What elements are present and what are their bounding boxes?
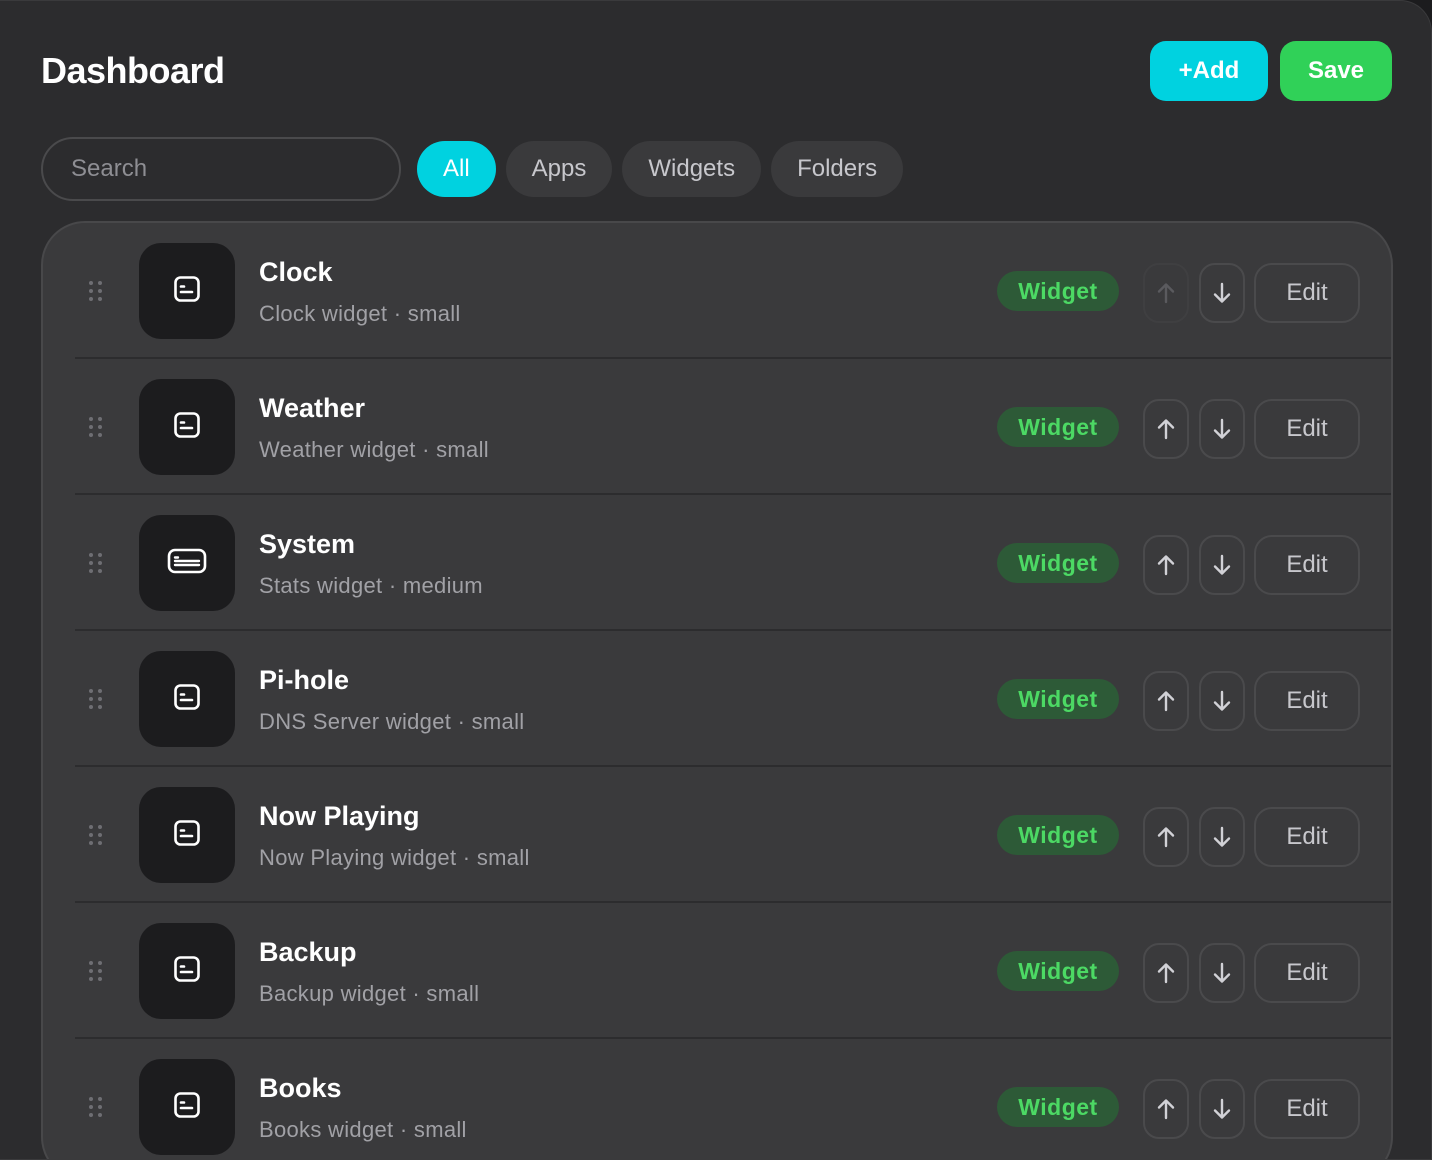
- move-up-button[interactable]: [1143, 535, 1189, 595]
- type-badge: Widget: [997, 407, 1119, 447]
- list-item: System Stats widget · medium Widget Edit: [43, 495, 1391, 631]
- drag-handle-icon[interactable]: [89, 825, 103, 845]
- move-up-button[interactable]: [1143, 671, 1189, 731]
- drag-handle-icon[interactable]: [89, 961, 103, 981]
- list-item: Pi-hole DNS Server widget · small Widget…: [43, 631, 1391, 767]
- type-badge: Widget: [997, 271, 1119, 311]
- edit-button[interactable]: Edit: [1254, 263, 1360, 323]
- item-icon-tile: [139, 923, 235, 1019]
- move-down-button[interactable]: [1199, 807, 1245, 867]
- item-subtitle: Clock widget · small: [259, 301, 461, 326]
- edit-button[interactable]: Edit: [1254, 671, 1360, 731]
- drag-handle-icon[interactable]: [89, 417, 103, 437]
- item-title: Pi-hole: [259, 665, 350, 695]
- item-title: Weather: [259, 393, 366, 423]
- small-widget-icon: [173, 411, 201, 444]
- arrow-up-icon: [1157, 283, 1175, 304]
- item-subtitle: Now Playing widget · small: [259, 845, 530, 870]
- add-button[interactable]: +Add: [1150, 41, 1268, 101]
- list-item: Now Playing Now Playing widget · small W…: [43, 767, 1391, 903]
- edit-button[interactable]: Edit: [1254, 943, 1360, 1003]
- edit-button[interactable]: Edit: [1254, 1079, 1360, 1139]
- item-title: System: [259, 529, 356, 559]
- arrow-up-icon: [1157, 1099, 1175, 1120]
- type-badge: Widget: [997, 543, 1119, 583]
- item-icon-tile: [139, 515, 235, 611]
- arrow-up-icon: [1157, 555, 1175, 576]
- item-icon-tile: [139, 651, 235, 747]
- item-icon-tile: [139, 379, 235, 475]
- move-down-button[interactable]: [1199, 671, 1245, 731]
- item-title: Backup: [259, 937, 357, 967]
- arrow-up-icon: [1157, 963, 1175, 984]
- item-title: Books: [259, 1073, 342, 1103]
- arrow-down-icon: [1213, 962, 1231, 983]
- save-button[interactable]: Save: [1280, 41, 1392, 101]
- type-badge: Widget: [997, 951, 1119, 991]
- arrow-down-icon: [1213, 1098, 1231, 1119]
- item-icon-tile: [139, 243, 235, 339]
- filter-chip-all[interactable]: All: [417, 141, 496, 197]
- drag-handle-icon[interactable]: [89, 553, 103, 573]
- list-item: Weather Weather widget · small Widget Ed…: [43, 359, 1391, 495]
- header: Dashboard +Add Save: [41, 41, 1392, 101]
- drag-handle-icon[interactable]: [89, 689, 103, 709]
- medium-widget-icon: [167, 547, 207, 580]
- filter-chip-widgets[interactable]: Widgets: [622, 141, 762, 197]
- move-up-button[interactable]: [1143, 943, 1189, 1003]
- type-badge: Widget: [997, 815, 1119, 855]
- arrow-down-icon: [1213, 554, 1231, 575]
- filter-chip-folders[interactable]: Folders: [771, 141, 904, 197]
- list-item: Clock Clock widget · small Widget Edit: [43, 223, 1391, 359]
- move-down-button[interactable]: [1199, 535, 1245, 595]
- item-subtitle: Stats widget · medium: [259, 573, 483, 598]
- small-widget-icon: [173, 819, 201, 852]
- drag-handle-icon[interactable]: [89, 1097, 103, 1117]
- item-subtitle: Weather widget · small: [259, 437, 489, 462]
- drag-handle-icon[interactable]: [89, 281, 103, 301]
- move-up-button[interactable]: [1143, 399, 1189, 459]
- filter-bar: All Apps Widgets Folders: [41, 137, 904, 201]
- small-widget-icon: [173, 275, 201, 308]
- list-item: Backup Backup widget · small Widget Edit: [43, 903, 1391, 1039]
- type-badge: Widget: [997, 679, 1119, 719]
- move-up-button[interactable]: [1143, 1079, 1189, 1139]
- move-up-button[interactable]: [1143, 807, 1189, 867]
- move-up-button[interactable]: [1143, 263, 1189, 323]
- item-title: Clock: [259, 257, 333, 287]
- item-title: Now Playing: [259, 801, 420, 831]
- item-subtitle: Backup widget · small: [259, 981, 480, 1006]
- move-down-button[interactable]: [1199, 1079, 1245, 1139]
- move-down-button[interactable]: [1199, 263, 1245, 323]
- arrow-down-icon: [1213, 690, 1231, 711]
- dashboard-window: Dashboard +Add Save All Apps Widgets Fol…: [0, 0, 1432, 1160]
- list-item: Books Books widget · small Widget Edit: [43, 1039, 1391, 1159]
- search-input[interactable]: [41, 137, 401, 201]
- arrow-down-icon: [1213, 418, 1231, 439]
- move-down-button[interactable]: [1199, 943, 1245, 1003]
- small-widget-icon: [173, 1091, 201, 1124]
- edit-button[interactable]: Edit: [1254, 807, 1360, 867]
- item-subtitle: DNS Server widget · small: [259, 709, 525, 734]
- item-icon-tile: [139, 1059, 235, 1155]
- items-list: Clock Clock widget · small Widget Edit W…: [41, 221, 1393, 1159]
- arrow-up-icon: [1157, 419, 1175, 440]
- type-badge: Widget: [997, 1087, 1119, 1127]
- page-title: Dashboard: [41, 50, 225, 91]
- header-actions: +Add Save: [1150, 41, 1392, 101]
- arrow-up-icon: [1157, 691, 1175, 712]
- arrow-down-icon: [1213, 282, 1231, 303]
- arrow-up-icon: [1157, 827, 1175, 848]
- edit-button[interactable]: Edit: [1254, 399, 1360, 459]
- small-widget-icon: [173, 683, 201, 716]
- move-down-button[interactable]: [1199, 399, 1245, 459]
- item-subtitle: Books widget · small: [259, 1117, 467, 1142]
- filter-chip-apps[interactable]: Apps: [505, 141, 613, 197]
- edit-button[interactable]: Edit: [1254, 535, 1360, 595]
- item-icon-tile: [139, 787, 235, 883]
- small-widget-icon: [173, 955, 201, 988]
- arrow-down-icon: [1213, 826, 1231, 847]
